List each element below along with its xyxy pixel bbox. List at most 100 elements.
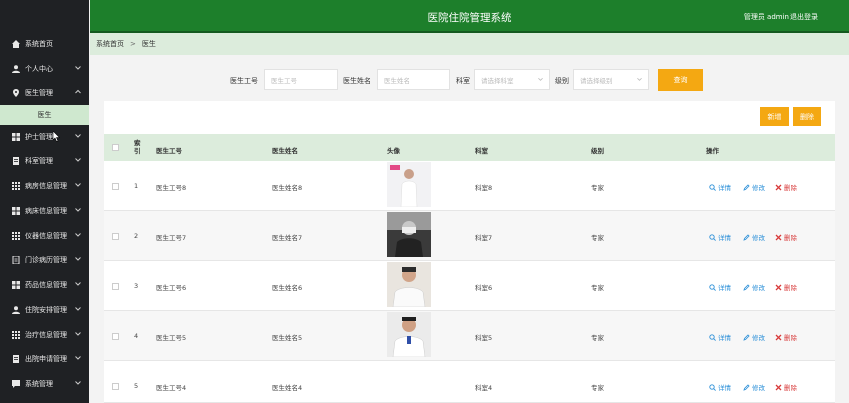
grid-icon (12, 133, 20, 141)
row-checkbox[interactable] (112, 233, 119, 240)
delete-link[interactable]: 删除 (775, 332, 797, 342)
edit-link[interactable]: 修改 (743, 232, 765, 242)
sidebar-item-label: 出院申请管理 (25, 355, 67, 363)
delete-link[interactable]: 删除 (775, 232, 797, 242)
detail-link[interactable]: 详情 (709, 282, 731, 292)
col-ops: 操作 (706, 147, 719, 155)
sidebar-item-bed[interactable]: 病床信息管理 (0, 199, 89, 223)
detail-link[interactable]: 详情 (709, 182, 731, 192)
chevron-down-icon (75, 233, 81, 237)
delete-label: 删除 (784, 284, 797, 292)
chevron-down-icon (75, 332, 81, 336)
level-select-placeholder: 请选择级别 (580, 76, 613, 85)
close-icon (775, 184, 782, 190)
cell-dept: 科室6 (475, 284, 493, 292)
logout-link[interactable]: 退出登录 (790, 12, 818, 22)
chevron-down-icon (75, 381, 81, 385)
select-all-checkbox[interactable] (112, 144, 119, 151)
dept-label: 科室 (456, 77, 470, 85)
sidebar-item-nurse[interactable]: 护士管理 (0, 125, 89, 149)
cell-level: 专家 (591, 234, 604, 242)
edit-link[interactable]: 修改 (743, 382, 765, 392)
grid-icon (12, 331, 20, 339)
detail-label: 详情 (718, 384, 731, 392)
col-doctor-name: 医生姓名 (272, 147, 298, 155)
sidebar-item-label: 治疗信息管理 (25, 331, 67, 339)
sidebar-item-doctor[interactable]: 医生管理 (0, 81, 89, 105)
col-index: 索引 (134, 139, 141, 155)
doctor-avatar (387, 162, 431, 207)
chevron-down-icon (75, 257, 81, 261)
chevron-up-icon (75, 89, 81, 94)
sidebar-item-dept[interactable]: 科室管理 (0, 149, 89, 173)
cell-level: 专家 (591, 284, 604, 292)
doc-icon (12, 157, 20, 165)
delete-link[interactable]: 删除 (775, 382, 797, 392)
row-checkbox[interactable] (112, 333, 119, 340)
close-icon (775, 334, 782, 340)
delete-selected-button[interactable]: 删除 (793, 107, 821, 126)
user-icon (12, 306, 20, 314)
sidebar-item-hospitalization[interactable]: 住院安排管理 (0, 298, 89, 322)
sidebar-item-home[interactable]: 系统首页 (0, 32, 89, 56)
sidebar-subitem-doctor[interactable]: 医生 (0, 105, 89, 125)
close-icon (775, 384, 782, 390)
breadcrumb-home[interactable]: 系统首页 (96, 39, 124, 49)
detail-link[interactable]: 详情 (709, 232, 731, 242)
sidebar-item-medicine[interactable]: 药品信息管理 (0, 273, 89, 297)
row-checkbox[interactable] (112, 383, 119, 390)
cell-doctor-id: 医生工号5 (156, 334, 187, 342)
cell-doctor-id: 医生工号8 (156, 184, 187, 192)
edit-label: 修改 (752, 234, 765, 242)
edit-link[interactable]: 修改 (743, 182, 765, 192)
pin-icon (12, 89, 20, 97)
breadcrumb: 系统首页 > 医生 (90, 33, 849, 55)
cell-doctor-id: 医生工号6 (156, 284, 187, 292)
doctor-name-input[interactable]: 医生姓名 (377, 69, 450, 90)
doctor-id-label: 医生工号 (230, 77, 258, 85)
add-button[interactable]: 新增 (760, 107, 789, 126)
cell-dept: 科室8 (475, 184, 493, 192)
close-icon (775, 234, 782, 240)
edit-link[interactable]: 修改 (743, 282, 765, 292)
doc-icon (12, 256, 20, 264)
sidebar-item-ward[interactable]: 病房信息管理 (0, 174, 89, 198)
chevron-down-icon (75, 158, 81, 162)
delete-label: 删除 (784, 384, 797, 392)
sidebar: 系统首页 个人中心 医生管理 医生 护士管理 科室管理 病房信息管理 病床信息管… (0, 0, 89, 403)
col-dept: 科室 (475, 147, 488, 155)
close-icon (775, 284, 782, 290)
grid-icon (12, 232, 20, 240)
sidebar-item-label: 门诊病历管理 (25, 256, 67, 264)
chevron-down-icon (75, 183, 81, 187)
detail-link[interactable]: 详情 (709, 332, 731, 342)
mouse-cursor-icon (53, 131, 60, 142)
row-checkbox[interactable] (112, 283, 119, 290)
detail-link[interactable]: 详情 (709, 382, 731, 392)
level-select[interactable]: 请选择级别 (573, 69, 649, 90)
chevron-down-icon (75, 307, 81, 311)
sidebar-item-instrument[interactable]: 仪器信息管理 (0, 224, 89, 248)
delete-link[interactable]: 删除 (775, 182, 797, 192)
chat-icon (12, 380, 20, 388)
sidebar-item-personal[interactable]: 个人中心 (0, 57, 89, 81)
breadcrumb-separator: > (130, 40, 136, 48)
sidebar-item-outpatient[interactable]: 门诊病历管理 (0, 248, 89, 272)
sidebar-item-treatment[interactable]: 治疗信息管理 (0, 323, 89, 347)
cell-level: 专家 (591, 184, 604, 192)
delete-link[interactable]: 删除 (775, 282, 797, 292)
query-button[interactable]: 查询 (658, 69, 703, 91)
chevron-down-icon (75, 282, 81, 286)
dept-select[interactable]: 请选择科室 (474, 69, 550, 90)
edit-link[interactable]: 修改 (743, 332, 765, 342)
doctor-id-input[interactable]: 医生工号 (264, 69, 338, 90)
search-icon (709, 333, 716, 341)
row-checkbox[interactable] (112, 183, 119, 190)
sidebar-item-discharge[interactable]: 出院申请管理 (0, 347, 89, 371)
sidebar-item-system[interactable]: 系统管理 (0, 372, 89, 396)
chevron-down-icon (75, 134, 81, 138)
search-icon (709, 283, 716, 291)
sidebar-item-label: 住院安排管理 (25, 306, 67, 314)
cell-level: 专家 (591, 384, 604, 392)
cell-index: 5 (134, 382, 139, 390)
